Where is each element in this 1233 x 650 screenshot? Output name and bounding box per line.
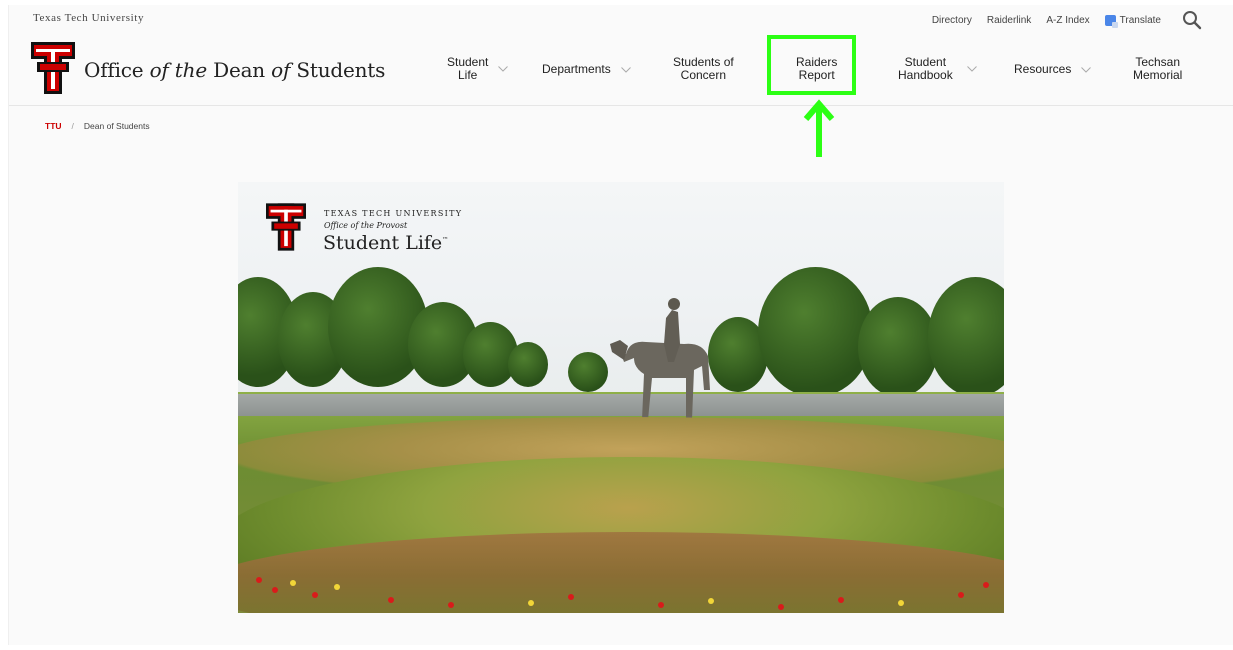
- nav-label-line: Handbook: [898, 68, 953, 82]
- nav-label: Student Life: [447, 56, 488, 82]
- breadcrumb-separator: /: [71, 121, 74, 131]
- logo-student-life-text: Student Life: [323, 232, 443, 254]
- tree: [568, 352, 608, 392]
- flower: [898, 600, 904, 606]
- trademark-mark: ™: [442, 236, 449, 244]
- nav-item-student-life[interactable]: Student Life: [447, 56, 509, 82]
- page-frame: Texas Tech University Directory Raiderli…: [8, 5, 1233, 645]
- flower: [658, 602, 664, 608]
- flower: [708, 598, 714, 604]
- nav-item-students-of-concern[interactable]: Students of Concern: [673, 56, 734, 82]
- nav-label-line: Memorial: [1133, 68, 1183, 82]
- tree: [758, 267, 873, 397]
- flower: [272, 587, 278, 593]
- nav-label-line: Student: [447, 55, 489, 69]
- nav-item-departments[interactable]: Departments: [542, 63, 631, 76]
- hero-image: TEXAS TECH UNIVERSITY Office of the Prov…: [238, 182, 1004, 613]
- flower: [290, 580, 296, 586]
- nav-item-student-handbook[interactable]: Student Handbook: [898, 56, 977, 82]
- translate-icon: [1104, 14, 1118, 28]
- flower: [448, 602, 454, 608]
- flower: [778, 604, 784, 610]
- tree: [508, 342, 548, 387]
- az-index-link[interactable]: A-Z Index: [1046, 15, 1089, 26]
- flower: [568, 594, 574, 600]
- nav-label-line: Students of: [673, 55, 734, 69]
- nav-label-line: Techsan: [1135, 55, 1181, 69]
- tree: [858, 297, 938, 397]
- nav-label: Students of Concern: [673, 56, 734, 82]
- grass-band: [238, 532, 1004, 613]
- raiderlink-link[interactable]: Raiderlink: [987, 15, 1031, 26]
- flower: [312, 592, 318, 598]
- double-t-logo: [266, 203, 306, 251]
- logo-provost: Office of the Provost: [324, 221, 408, 230]
- chevron-down-icon: [620, 66, 631, 73]
- search-icon[interactable]: [1182, 10, 1202, 30]
- site-header: Office of the Dean of Students Student Li…: [9, 33, 1233, 157]
- nav-label-line: Concern: [680, 68, 727, 82]
- nav-label: Student Handbook: [898, 56, 953, 82]
- nav-label-line: Life: [458, 68, 478, 82]
- nav-label: Departments: [542, 62, 611, 76]
- translate-label: Translate: [1119, 14, 1161, 26]
- highlight-box: [767, 35, 856, 95]
- chevron-down-icon: [1081, 66, 1092, 73]
- nav-label: Techsan Memorial: [1133, 56, 1182, 82]
- nav-label: Resources: [1014, 62, 1072, 76]
- directory-link[interactable]: Directory: [932, 15, 972, 26]
- flower: [838, 597, 844, 603]
- utility-bar: Texas Tech University Directory Raiderli…: [9, 5, 1233, 33]
- logo-university: TEXAS TECH UNIVERSITY: [324, 209, 463, 218]
- flower: [958, 592, 964, 598]
- flower: [334, 584, 340, 590]
- arrow-up-icon: [803, 99, 835, 157]
- nav-item-techsan-memorial[interactable]: Techsan Memorial: [1133, 56, 1182, 82]
- chevron-down-icon: [966, 66, 977, 72]
- chevron-down-icon: [498, 66, 509, 72]
- nav-item-resources[interactable]: Resources: [1014, 62, 1092, 76]
- logo-student-life: Student Life™: [323, 232, 448, 254]
- breadcrumb: TTU / Dean of Students: [45, 121, 150, 131]
- breadcrumb-current: Dean of Students: [83, 121, 150, 131]
- flower: [983, 582, 989, 588]
- flower: [256, 577, 262, 583]
- flower: [388, 597, 394, 603]
- utility-links: Directory Raiderlink A-Z Index Translate: [932, 10, 1202, 30]
- breadcrumb-home-link[interactable]: TTU: [45, 121, 62, 131]
- flower: [528, 600, 534, 606]
- translate-button[interactable]: Translate: [1104, 14, 1161, 28]
- site-name-link[interactable]: Texas Tech University: [33, 12, 144, 24]
- nav-label-line: Student: [904, 55, 947, 69]
- main-nav: Student Life Departments Students of Conce…: [9, 33, 1233, 105]
